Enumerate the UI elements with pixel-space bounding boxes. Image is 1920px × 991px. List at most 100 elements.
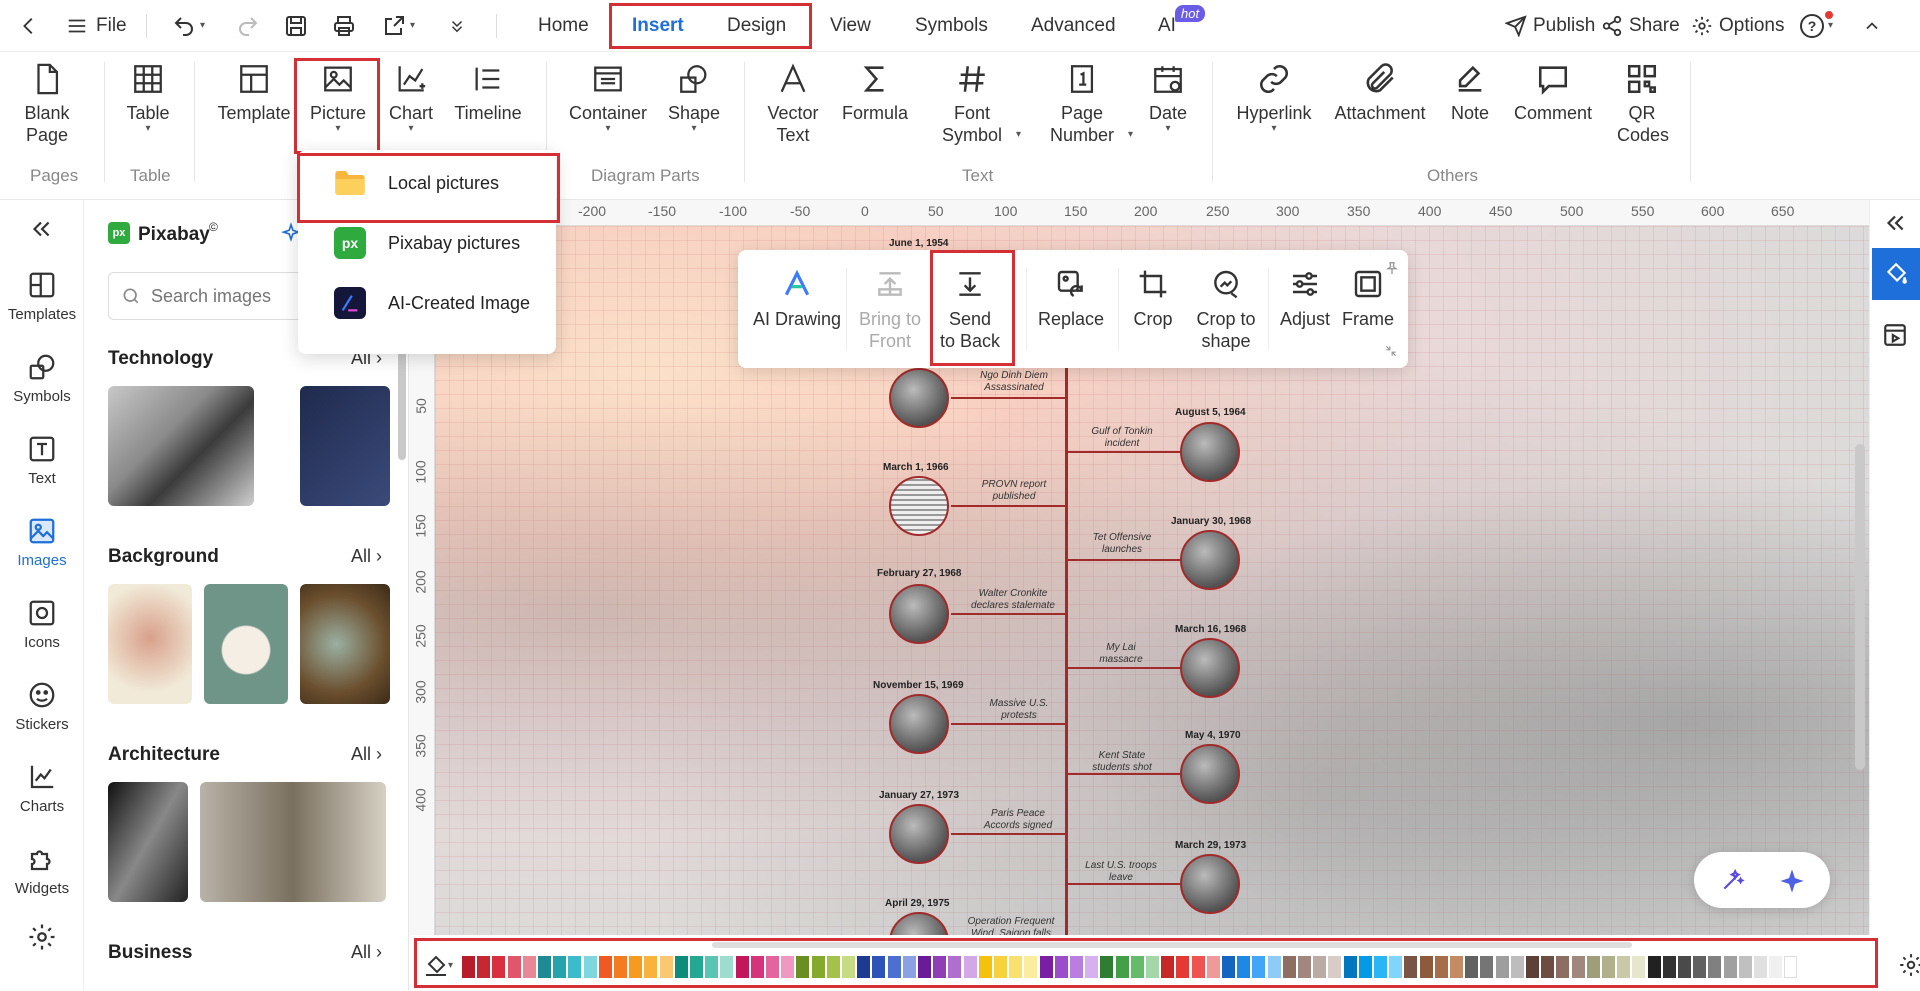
timeline-caption: PROVN report published xyxy=(981,479,1047,502)
date-button[interactable]: Date ▾ xyxy=(1148,62,1188,134)
font-symbol-button[interactable]: Font Symbol xyxy=(936,62,1008,146)
ruler-tick: 50 xyxy=(412,398,429,414)
palette-settings-button[interactable] xyxy=(1898,952,1920,983)
formula-label: Formula xyxy=(841,103,908,123)
table-button[interactable]: Table ▾ xyxy=(124,62,172,134)
help-button[interactable]: ? ▾ xyxy=(1800,0,1833,52)
timeline-caption: Last U.S. troops leave xyxy=(1085,860,1157,883)
tab-ai[interactable]: AI xyxy=(1158,0,1176,52)
timeline-photo[interactable] xyxy=(1180,744,1240,804)
export-button[interactable]: ▾ xyxy=(382,0,415,52)
comment-button[interactable]: Comment xyxy=(1510,62,1596,124)
save-button[interactable] xyxy=(284,0,308,52)
see-all-business[interactable]: All › xyxy=(351,942,382,963)
thumbnail-image[interactable] xyxy=(108,584,192,704)
printer-icon xyxy=(334,16,354,36)
bring-to-front-button[interactable]: Bring to Front xyxy=(856,268,924,352)
rail-item-templates[interactable]: Templates xyxy=(0,270,84,323)
timeline-photo[interactable] xyxy=(889,476,949,536)
timeline-photo[interactable] xyxy=(1180,422,1240,482)
print-button[interactable] xyxy=(332,0,356,52)
rail-item-text[interactable]: Text xyxy=(0,434,84,487)
note-button[interactable]: Note xyxy=(1446,62,1494,124)
ruler-tick: 400 xyxy=(1418,203,1442,219)
shape-button[interactable]: Shape ▾ xyxy=(666,62,722,134)
rail-item-images[interactable]: Images xyxy=(0,516,84,569)
more-button[interactable] xyxy=(448,0,466,52)
timeline-photo[interactable] xyxy=(889,694,949,754)
rail-item-stickers[interactable]: Stickers xyxy=(0,680,84,733)
thumbnail-image[interactable] xyxy=(108,782,188,902)
canvas-scrollbar[interactable] xyxy=(1855,444,1865,770)
page-number-label: Page Number xyxy=(1049,103,1115,145)
rail-item-symbols[interactable]: Symbols xyxy=(0,352,84,405)
back-icon[interactable] xyxy=(18,0,40,52)
share-button[interactable]: Share xyxy=(1601,0,1680,52)
timeline-photo[interactable] xyxy=(1180,530,1240,590)
ai-sparkle-button[interactable] xyxy=(1778,867,1806,900)
collapse-ribbon-button[interactable] xyxy=(1862,0,1882,52)
adjust-button[interactable]: Adjust xyxy=(1272,268,1338,330)
divider xyxy=(1268,268,1269,350)
expand-panel-button[interactable] xyxy=(1882,210,1908,241)
options-button[interactable]: Options xyxy=(1691,0,1784,52)
tab-symbols[interactable]: Symbols xyxy=(915,0,988,52)
replace-button[interactable]: Replace xyxy=(1030,268,1112,330)
all-label: All xyxy=(350,546,371,566)
timeline-button[interactable]: Timeline xyxy=(452,62,524,124)
charts-icon xyxy=(30,765,54,789)
timeline-photo[interactable] xyxy=(889,368,949,428)
app-window: File ▾ ▾ Home Insert Design View Symbols… xyxy=(0,0,1920,991)
page-number-button[interactable]: Page Number xyxy=(1046,62,1118,146)
timeline-photo[interactable] xyxy=(889,804,949,864)
blank-page-button[interactable]: Blank Page xyxy=(18,62,76,146)
file-menu[interactable]: File xyxy=(66,0,127,52)
undo-button[interactable]: ▾ xyxy=(172,0,205,52)
collapse-toolbar-button[interactable] xyxy=(1384,344,1398,363)
rail-item-widgets[interactable]: Widgets xyxy=(0,844,84,897)
collapse-panel-button[interactable] xyxy=(28,216,54,247)
chart-button[interactable]: Chart ▾ xyxy=(386,62,436,134)
tab-home[interactable]: Home xyxy=(538,0,589,52)
pin-toolbar-button[interactable] xyxy=(1384,260,1400,281)
puzzle-icon xyxy=(30,850,51,871)
divider xyxy=(194,62,195,182)
thumbnail-image[interactable] xyxy=(300,386,390,506)
ruler-tick: -100 xyxy=(719,203,748,219)
redo-button[interactable] xyxy=(236,0,260,52)
thumbnail-image[interactable] xyxy=(300,584,390,704)
menu-item-ai-created-image[interactable]: AI-Created Image xyxy=(298,274,556,332)
hyperlink-button[interactable]: Hyperlink ▾ xyxy=(1232,62,1316,134)
crop-button[interactable]: Crop xyxy=(1124,268,1182,330)
see-all-background[interactable]: All › xyxy=(351,546,382,567)
attachment-button[interactable]: Attachment xyxy=(1334,62,1426,124)
timeline-photo[interactable] xyxy=(889,584,949,644)
magic-wand-button[interactable] xyxy=(1720,867,1746,898)
thumbnail-image[interactable] xyxy=(204,584,288,704)
ruler-tick: 650 xyxy=(1771,203,1795,219)
thumbnail-image[interactable] xyxy=(200,782,386,902)
tab-advanced[interactable]: Advanced xyxy=(1031,0,1116,52)
ruler-tick: 500 xyxy=(1560,203,1584,219)
formula-button[interactable]: Formula xyxy=(838,62,912,124)
rail-item-icons[interactable]: Icons xyxy=(0,598,84,651)
tab-view[interactable]: View xyxy=(830,0,871,52)
ai-drawing-button[interactable]: AI Drawing xyxy=(750,268,844,330)
presentation-tab[interactable] xyxy=(1882,322,1908,353)
vector-text-button[interactable]: Vector Text xyxy=(762,62,824,146)
timeline-photo[interactable] xyxy=(1180,638,1240,698)
timeline-photo[interactable] xyxy=(1180,854,1240,914)
fill-style-tab[interactable] xyxy=(1872,248,1920,300)
rail-item-charts[interactable]: Charts xyxy=(0,762,84,815)
template-button[interactable]: Template xyxy=(216,62,292,124)
see-all-architecture[interactable]: All › xyxy=(351,744,382,765)
magic-wand-icon xyxy=(1723,868,1745,890)
thumbnail-image[interactable] xyxy=(108,386,254,506)
ruler-tick: 200 xyxy=(412,570,429,594)
publish-button[interactable]: Publish xyxy=(1505,0,1595,52)
container-button[interactable]: Container ▾ xyxy=(566,62,650,134)
chevron-down-icon: ▾ xyxy=(1016,129,1022,140)
settings-button[interactable] xyxy=(27,922,57,957)
qr-codes-button[interactable]: QR Codes xyxy=(1614,62,1670,146)
crop-to-shape-button[interactable]: Crop to shape xyxy=(1190,268,1262,352)
